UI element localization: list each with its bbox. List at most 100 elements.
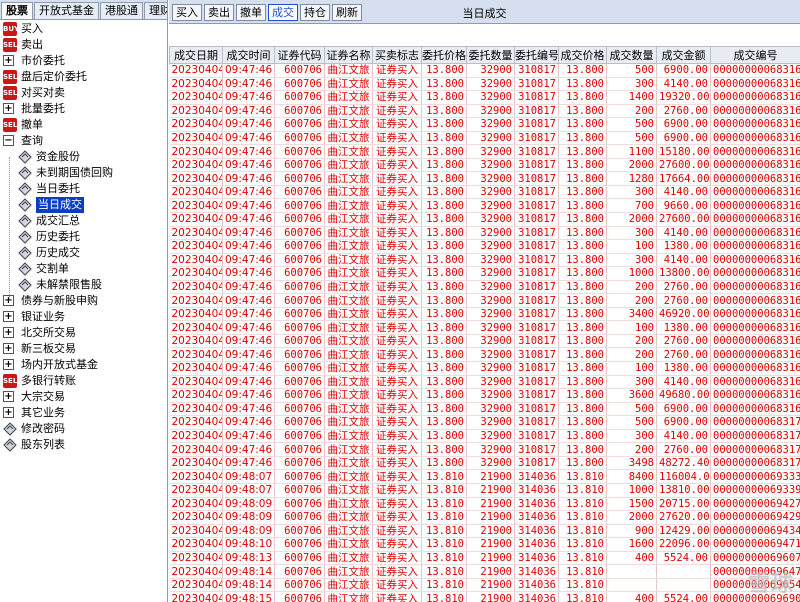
table-row[interactable]: 20230404 09:47:46 600706 曲江文旅 证券买入 13.800 3290…: [169, 117, 800, 132]
column-header[interactable]: 成交数量: [606, 46, 657, 64]
tree-item-5[interactable]: + 批量委托: [0, 101, 167, 117]
column-header[interactable]: 成交编号: [710, 46, 800, 64]
tree-item-2[interactable]: + 市价委托: [0, 53, 167, 69]
column-header[interactable]: 成交日期: [169, 46, 223, 64]
table-row[interactable]: 20230404 09:47:46 600706 曲江文旅 证券买入 13.800 3290…: [169, 212, 800, 227]
table-row[interactable]: 20230404 09:48:09 600706 曲江文旅 证券买入 13.810 2190…: [169, 497, 800, 512]
tree-item-4[interactable]: SELL 对买对卖: [0, 85, 167, 101]
market-tab-3[interactable]: 理财: [144, 2, 167, 19]
tree-item-17[interactable]: + 债券与新股申购: [0, 293, 167, 309]
table-row[interactable]: 20230404 09:47:46 600706 曲江文旅 证券买入 13.800 3290…: [169, 158, 800, 173]
market-tab-1[interactable]: 开放式基金: [34, 2, 99, 19]
column-header[interactable]: 买卖标志: [372, 46, 422, 64]
trades-table-container[interactable]: 成交日期 成交时间 证券代码 证券名称 买卖标志 委托价格 委托数量 委托编号 成交价格 成交数量…: [169, 46, 800, 602]
table-row[interactable]: 20230404 09:47:46 600706 曲江文旅 证券买入 13.800 3290…: [169, 293, 800, 308]
table-row[interactable]: 20230404 09:47:46 600706 曲江文旅 证券买入 13.800 3290…: [169, 253, 800, 268]
tree-item-14[interactable]: 历史成交: [0, 245, 167, 261]
tree-item-20[interactable]: + 新三板交易: [0, 341, 167, 357]
column-header[interactable]: 委托价格: [421, 46, 467, 64]
table-row[interactable]: 20230404 09:47:46 600706 曲江文旅 证券买入 13.800 3290…: [169, 144, 800, 159]
expand-plus-icon[interactable]: +: [3, 359, 14, 370]
column-header[interactable]: 成交金额: [656, 46, 711, 64]
expand-plus-icon[interactable]: +: [3, 103, 14, 114]
collapse-minus-icon[interactable]: −: [3, 135, 14, 146]
table-row[interactable]: 20230404 09:47:46 600706 曲江文旅 证券买入 13.800 3290…: [169, 266, 800, 281]
tree-item-11[interactable]: 当日成交: [0, 197, 167, 213]
table-row[interactable]: 20230404 09:47:46 600706 曲江文旅 证券买入 13.800 3290…: [169, 361, 800, 376]
table-row[interactable]: 20230404 09:48:10 600706 曲江文旅 证券买入 13.810 2190…: [169, 537, 800, 552]
tree-item-16[interactable]: 未解禁限售股: [0, 277, 167, 293]
tree-item-24[interactable]: + 其它业务: [0, 405, 167, 421]
tree-item-13[interactable]: 历史委托: [0, 229, 167, 245]
table-row[interactable]: 20230404 09:48:15 600706 曲江文旅 证券买入 13.810 2190…: [169, 591, 800, 602]
table-row[interactable]: 20230404 09:47:46 600706 曲江文旅 证券买入 13.800 3290…: [169, 198, 800, 213]
table-row[interactable]: 20230404 09:48:14 600706 曲江文旅 证券买入 13.810 2190…: [169, 564, 800, 579]
expand-plus-icon[interactable]: +: [3, 407, 14, 418]
expand-plus-icon[interactable]: +: [3, 343, 14, 354]
expand-plus-icon[interactable]: +: [3, 391, 14, 402]
tree-item-12[interactable]: 成交汇总: [0, 213, 167, 229]
expand-plus-icon[interactable]: +: [3, 327, 14, 338]
market-tab-2[interactable]: 港股通: [100, 2, 143, 19]
table-row[interactable]: 20230404 09:47:46 600706 曲江文旅 证券买入 13.800 3290…: [169, 456, 800, 471]
tree-item-1[interactable]: SELL 卖出: [0, 37, 167, 53]
column-header[interactable]: 成交时间: [222, 46, 275, 64]
table-row[interactable]: 20230404 09:48:07 600706 曲江文旅 证券买入 13.810 2190…: [169, 483, 800, 498]
tree-item-19[interactable]: + 北交所交易: [0, 325, 167, 341]
toolbar-button-3[interactable]: 成交: [268, 4, 298, 21]
table-row[interactable]: 20230404 09:48:09 600706 曲江文旅 证券买入 13.810 2190…: [169, 524, 800, 539]
table-row[interactable]: 20230404 09:47:46 600706 曲江文旅 证券买入 13.800 3290…: [169, 226, 800, 241]
table-row[interactable]: 20230404 09:47:46 600706 曲江文旅 证券买入 13.800 3290…: [169, 104, 800, 119]
tree-item-8[interactable]: 资金股份: [0, 149, 167, 165]
table-row[interactable]: 20230404 09:47:46 600706 曲江文旅 证券买入 13.800 3290…: [169, 415, 800, 430]
tree-item-23[interactable]: + 大宗交易: [0, 389, 167, 405]
tree-item-15[interactable]: 交割单: [0, 261, 167, 277]
expand-plus-icon[interactable]: +: [3, 311, 14, 322]
table-row[interactable]: 20230404 09:47:46 600706 曲江文旅 证券买入 13.800 3290…: [169, 388, 800, 403]
table-row[interactable]: 20230404 09:47:46 600706 曲江文旅 证券买入 13.800 3290…: [169, 429, 800, 444]
table-row[interactable]: 20230404 09:47:46 600706 曲江文旅 证券买入 13.800 3290…: [169, 402, 800, 417]
tree-item-9[interactable]: 未到期国债回购: [0, 165, 167, 181]
table-row[interactable]: 20230404 09:47:46 600706 曲江文旅 证券买入 13.800 3290…: [169, 442, 800, 457]
table-row[interactable]: 20230404 09:48:09 600706 曲江文旅 证券买入 13.810 2190…: [169, 510, 800, 525]
table-row[interactable]: 20230404 09:47:46 600706 曲江文旅 证券买入 13.800 3290…: [169, 171, 800, 186]
table-row[interactable]: 20230404 09:48:07 600706 曲江文旅 证券买入 13.810 2190…: [169, 469, 800, 484]
table-row[interactable]: 20230404 09:48:13 600706 曲江文旅 证券买入 13.810 2190…: [169, 551, 800, 566]
toolbar-button-1[interactable]: 卖出: [204, 4, 234, 21]
tree-item-21[interactable]: + 场内开放式基金: [0, 357, 167, 373]
table-row[interactable]: 20230404 09:47:46 600706 曲江文旅 证券买入 13.800 3290…: [169, 375, 800, 390]
column-header[interactable]: 委托数量: [466, 46, 515, 64]
column-header[interactable]: 成交价格: [558, 46, 607, 64]
tree-item-7[interactable]: − 查询: [0, 133, 167, 149]
table-row[interactable]: 20230404 09:47:46 600706 曲江文旅 证券买入 13.800 3290…: [169, 185, 800, 200]
toolbar-button-2[interactable]: 撤单: [236, 4, 266, 21]
toolbar-button-5[interactable]: 刷新: [332, 4, 362, 21]
table-row[interactable]: 20230404 09:47:46 600706 曲江文旅 证券买入 13.800 3290…: [169, 77, 800, 92]
tree-item-26[interactable]: 股东列表: [0, 437, 167, 453]
table-row[interactable]: 20230404 09:47:46 600706 曲江文旅 证券买入 13.800 3290…: [169, 63, 800, 78]
tree-item-18[interactable]: + 银证业务: [0, 309, 167, 325]
table-row[interactable]: 20230404 09:47:46 600706 曲江文旅 证券买入 13.800 3290…: [169, 347, 800, 363]
tree-item-0[interactable]: BUY 买入: [0, 21, 167, 37]
table-cell: 13.800: [421, 226, 467, 241]
toolbar-button-0[interactable]: 买入: [172, 4, 202, 21]
column-header[interactable]: 证券名称: [324, 46, 373, 64]
table-row[interactable]: 20230404 09:47:46 600706 曲江文旅 证券买入 13.800 3290…: [169, 280, 800, 295]
tree-item-22[interactable]: SELL 多银行转账: [0, 373, 167, 389]
column-header[interactable]: 委托编号: [514, 46, 559, 64]
market-tab-0[interactable]: 股票: [1, 2, 33, 19]
column-header[interactable]: 证券代码: [274, 46, 325, 64]
table-row[interactable]: 20230404 09:47:46 600706 曲江文旅 证券买入 13.800 3290…: [169, 307, 800, 322]
tree-item-6[interactable]: SELL 撤单: [0, 117, 167, 133]
table-row[interactable]: 20230404 09:47:46 600706 曲江文旅 证券买入 13.800 3290…: [169, 239, 800, 254]
expand-plus-icon[interactable]: +: [3, 55, 14, 66]
table-row[interactable]: 20230404 09:47:46 600706 曲江文旅 证券买入 13.800 3290…: [169, 334, 800, 349]
table-row[interactable]: 20230404 09:48:14 600706 曲江文旅 证券买入 13.810 2190…: [169, 578, 800, 593]
tree-item-3[interactable]: SELL 盘后定价委托: [0, 69, 167, 85]
tree-item-10[interactable]: 当日委托: [0, 181, 167, 197]
toolbar-button-4[interactable]: 持仓: [300, 4, 330, 21]
table-row[interactable]: 20230404 09:47:46 600706 曲江文旅 证券买入 13.800 3290…: [169, 90, 800, 105]
tree-item-25[interactable]: 修改密码: [0, 421, 167, 437]
table-row[interactable]: 20230404 09:47:46 600706 曲江文旅 证券买入 13.800 3290…: [169, 131, 800, 146]
table-row[interactable]: 20230404 09:47:46 600706 曲江文旅 证券买入 13.800 3290…: [169, 320, 800, 335]
